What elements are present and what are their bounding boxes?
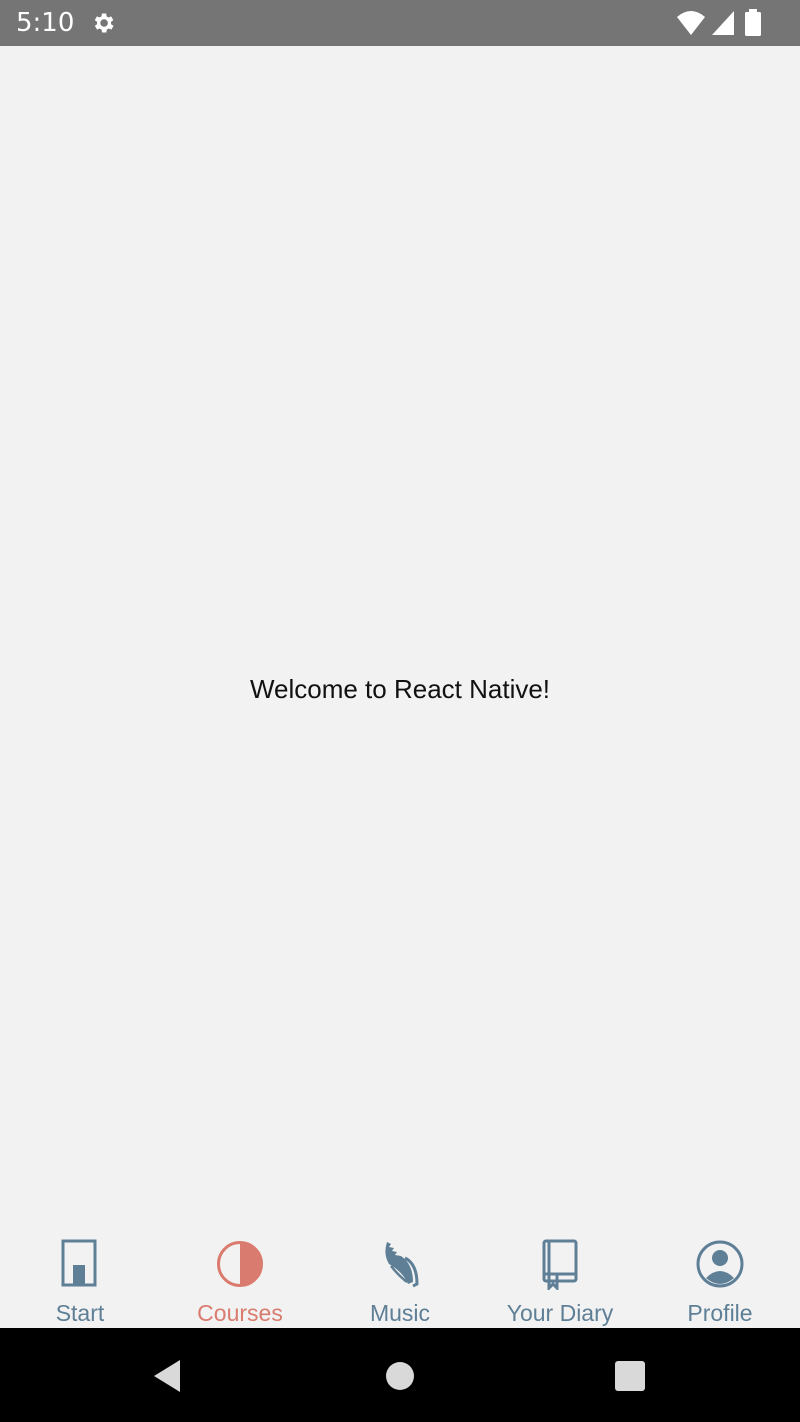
tab-profile[interactable]: Profile — [640, 1230, 800, 1328]
shell-icon — [385, 1242, 419, 1288]
book-icon — [542, 1239, 578, 1290]
gear-icon — [94, 13, 114, 33]
tab-label-profile: Profile — [687, 1300, 753, 1326]
tab-label-start: Start — [55, 1300, 105, 1326]
welcome-text: Welcome to React Native! — [249, 674, 551, 704]
start-icon — [61, 1239, 97, 1287]
home-icon[interactable] — [382, 1358, 418, 1394]
user-circle-icon — [696, 1240, 744, 1288]
status-time: 5:10 — [16, 8, 75, 38]
main-content: Welcome to React Native! — [0, 46, 800, 1230]
status-bar: 5:10 — [0, 0, 800, 46]
back-icon[interactable] — [150, 1358, 186, 1394]
status-icons — [676, 9, 786, 37]
tab-music[interactable]: Music — [320, 1230, 480, 1328]
tab-label-music: Music — [369, 1300, 431, 1326]
battery-icon — [745, 9, 761, 36]
tab-start[interactable]: Start — [0, 1230, 160, 1328]
cell-signal-icon — [712, 11, 734, 35]
tab-label-your-diary: Your Diary — [506, 1300, 614, 1326]
wifi-icon — [677, 11, 705, 35]
system-nav-bar — [0, 1328, 800, 1422]
tab-label-courses: Courses — [197, 1300, 283, 1326]
recents-icon[interactable] — [612, 1358, 648, 1394]
tab-courses[interactable]: Courses — [160, 1230, 320, 1328]
bottom-tab-bar: Start Courses Music Your Diary Profile — [0, 1230, 800, 1328]
tab-your-diary[interactable]: Your Diary — [480, 1230, 640, 1328]
half-circle-icon — [217, 1241, 263, 1287]
